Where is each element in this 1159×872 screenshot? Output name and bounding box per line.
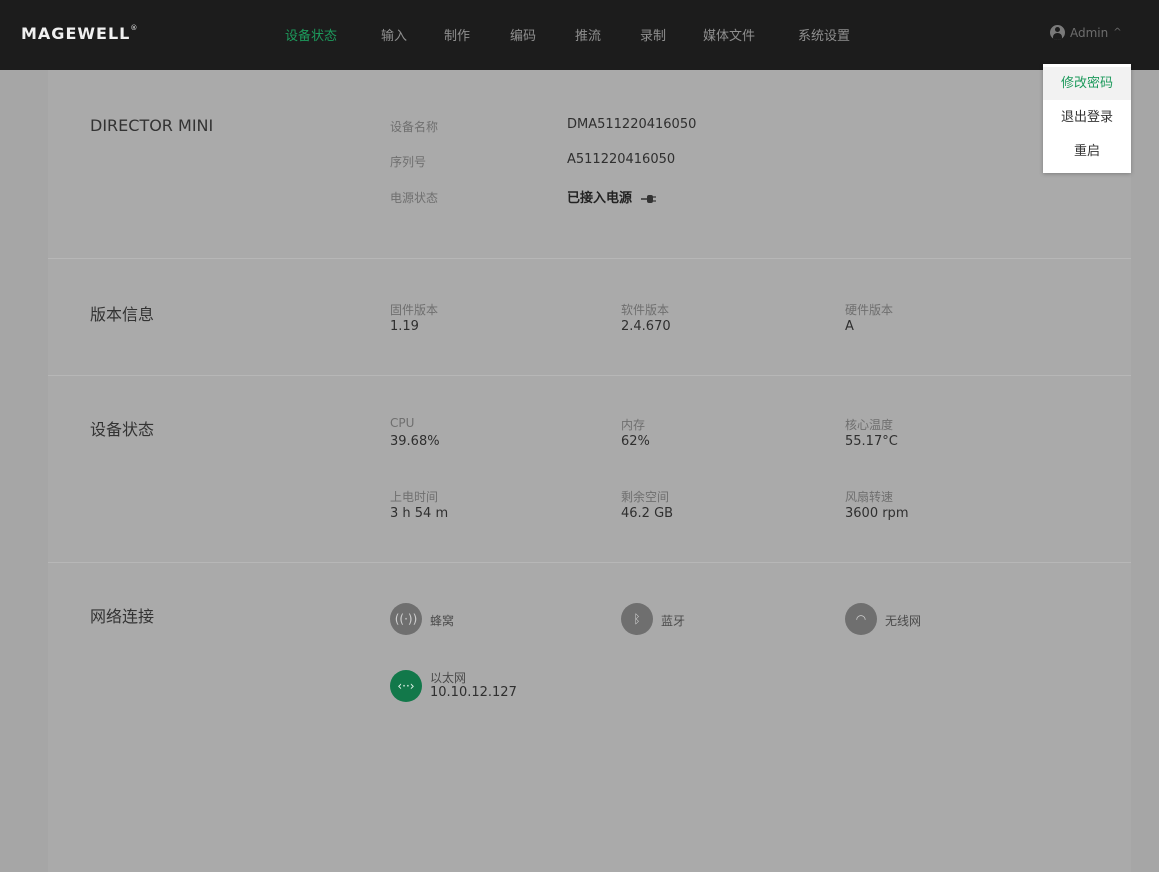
serial-number-value: A511220416050 bbox=[567, 152, 676, 167]
cpu-label: CPU bbox=[390, 416, 415, 430]
device-runtime-title: 设备状态 bbox=[90, 420, 155, 439]
device-status-panel: DIRECTOR MINI 设备名称 DMA511220416050 序列号 A… bbox=[48, 70, 1131, 872]
nav-media-files[interactable]: 媒体文件 bbox=[703, 25, 755, 44]
firmware-version-value: 1.19 bbox=[390, 319, 419, 334]
nav-recording[interactable]: 录制 bbox=[640, 25, 666, 44]
uptime-label: 上电时间 bbox=[390, 490, 439, 504]
plug-icon bbox=[640, 194, 656, 203]
nav-encoding[interactable]: 编码 bbox=[510, 25, 536, 44]
nav-input[interactable]: 输入 bbox=[381, 25, 407, 44]
cpu-value: 39.68% bbox=[390, 434, 440, 449]
user-dropdown-menu: 修改密码 退出登录 重启 bbox=[1043, 64, 1131, 173]
reboot-item[interactable]: 重启 bbox=[1043, 135, 1131, 168]
memory-label: 内存 bbox=[621, 418, 646, 432]
core-temp-label: 核心温度 bbox=[845, 418, 894, 432]
version-info-section: 版本信息 固件版本 1.19 软件版本 2.4.670 硬件版本 A bbox=[48, 259, 1131, 376]
wifi-label: 无线网 bbox=[885, 614, 922, 628]
logout-item[interactable]: 退出登录 bbox=[1043, 101, 1131, 134]
device-info-section: DIRECTOR MINI 设备名称 DMA511220416050 序列号 A… bbox=[48, 70, 1131, 259]
device-model-title: DIRECTOR MINI bbox=[90, 116, 214, 135]
hardware-version-label: 硬件版本 bbox=[845, 303, 894, 317]
uptime-value: 3 h 54 m bbox=[390, 506, 449, 521]
user-name: Admin bbox=[1070, 25, 1109, 40]
power-status-value: 已接入电源 bbox=[567, 187, 657, 206]
free-space-label: 剩余空间 bbox=[621, 490, 670, 504]
version-info-title: 版本信息 bbox=[90, 305, 155, 324]
software-version-value: 2.4.670 bbox=[621, 319, 671, 334]
network-title: 网络连接 bbox=[90, 607, 155, 626]
cellular-label: 蜂窝 bbox=[430, 614, 455, 628]
nav-production[interactable]: 制作 bbox=[444, 25, 470, 44]
fan-speed-value: 3600 rpm bbox=[845, 506, 909, 521]
device-name-value: DMA511220416050 bbox=[567, 117, 697, 132]
user-avatar-icon bbox=[1050, 25, 1065, 40]
nav-system-settings[interactable]: 系统设置 bbox=[798, 25, 850, 44]
user-menu-toggle[interactable]: Admin ^ bbox=[1050, 25, 1122, 40]
device-runtime-section: 设备状态 CPU 39.68% 内存 62% 核心温度 55.17°C 上电时间… bbox=[48, 376, 1131, 563]
bluetooth-label: 蓝牙 bbox=[661, 614, 686, 628]
memory-value: 62% bbox=[621, 434, 650, 449]
core-temp-value: 55.17°C bbox=[845, 434, 898, 449]
nav-streaming[interactable]: 推流 bbox=[575, 25, 601, 44]
software-version-label: 软件版本 bbox=[621, 303, 670, 317]
network-section: 网络连接 ((·)) 蜂窝 ᛒ 蓝牙 ◠ 无线网 ‹··› 以太网 10.10.… bbox=[48, 563, 1131, 872]
bluetooth-icon: ᛒ bbox=[621, 603, 653, 635]
cellular-icon: ((·)) bbox=[390, 603, 422, 635]
hardware-version-value: A bbox=[845, 319, 854, 334]
fan-speed-label: 风扇转速 bbox=[845, 490, 894, 504]
firmware-version-label: 固件版本 bbox=[390, 303, 439, 317]
power-status-label: 电源状态 bbox=[390, 191, 439, 205]
change-password-item[interactable]: 修改密码 bbox=[1043, 67, 1131, 100]
nav-device-status[interactable]: 设备状态 bbox=[285, 25, 337, 44]
ethernet-ip-value: 10.10.12.127 bbox=[430, 685, 517, 700]
ethernet-icon: ‹··› bbox=[390, 670, 422, 702]
chevron-up-icon: ^ bbox=[1113, 27, 1122, 38]
free-space-value: 46.2 GB bbox=[621, 506, 674, 521]
serial-number-label: 序列号 bbox=[390, 155, 427, 169]
ethernet-label: 以太网 bbox=[430, 671, 467, 685]
device-name-label: 设备名称 bbox=[390, 120, 439, 134]
wifi-icon: ◠ bbox=[845, 603, 877, 635]
top-nav-bar: MAGEWELL® 设备状态 输入 制作 编码 推流 录制 媒体文件 系统设置 … bbox=[0, 0, 1159, 70]
magewell-logo[interactable]: MAGEWELL® bbox=[21, 24, 138, 43]
